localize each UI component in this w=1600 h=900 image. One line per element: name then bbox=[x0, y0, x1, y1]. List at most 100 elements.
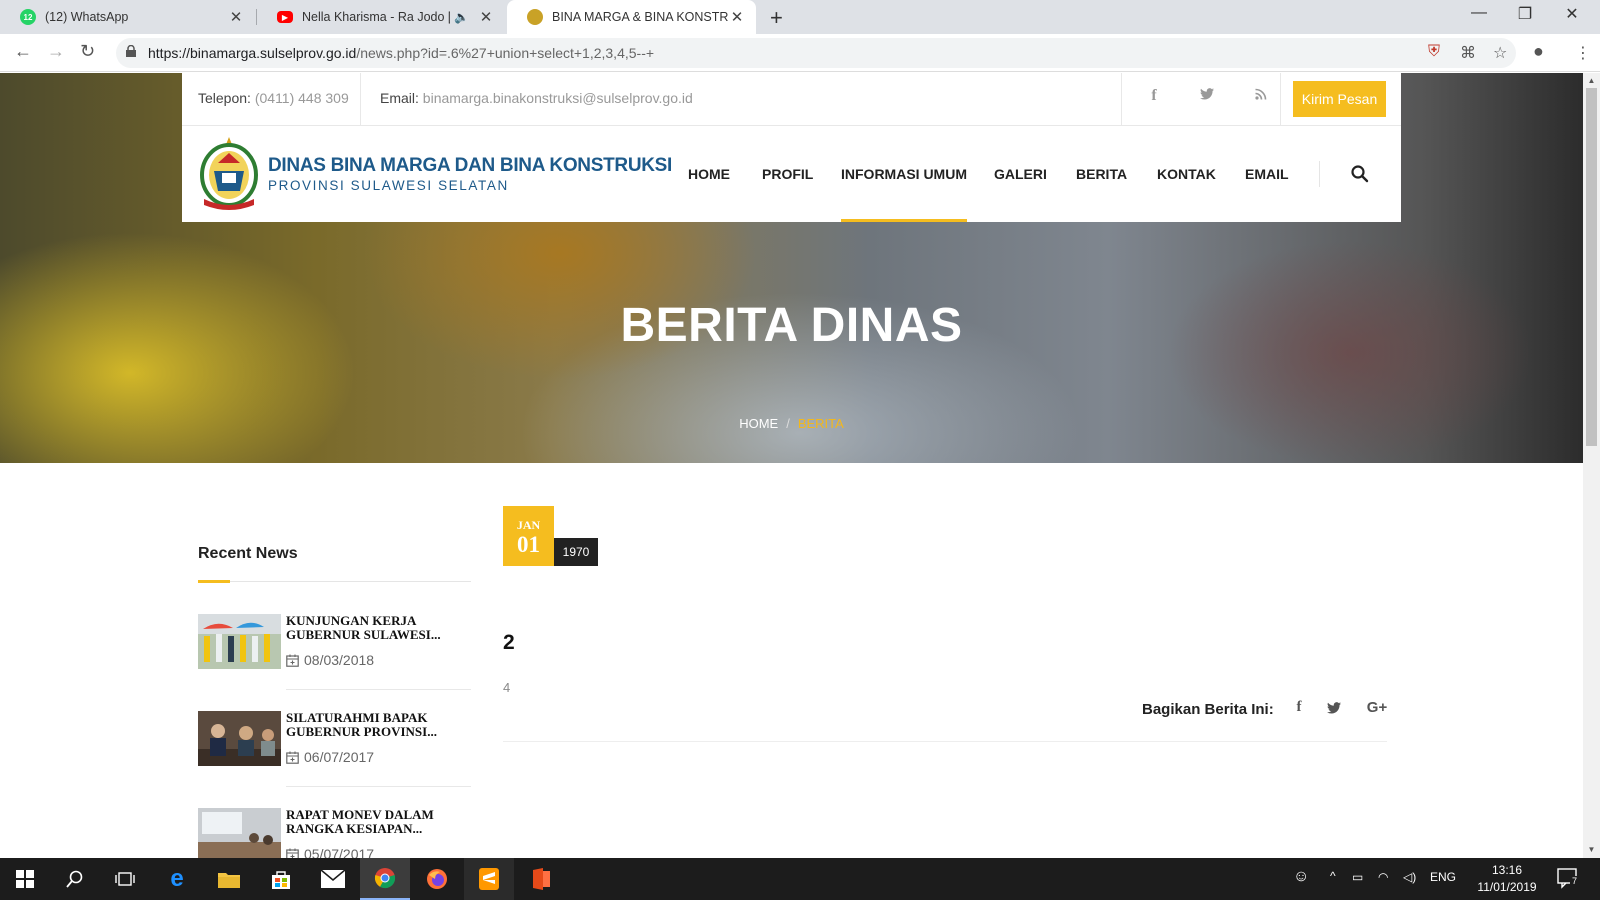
contact-topbar: Telepon: (0411) 448 309 Email: binamarga… bbox=[182, 73, 1401, 126]
restore-icon[interactable]: ❐ bbox=[1502, 4, 1548, 24]
address-bar[interactable]: https://binamarga.sulselprov.go.id/news.… bbox=[116, 38, 1516, 68]
forward-icon[interactable]: → bbox=[47, 41, 65, 62]
whatsapp-icon: 12 bbox=[20, 9, 36, 25]
wifi-icon[interactable]: ◠ bbox=[1378, 870, 1388, 884]
page-scrollbar[interactable]: ▲ ▼ bbox=[1583, 73, 1600, 858]
system-clock[interactable]: 13:16 11/01/2019 bbox=[1468, 862, 1546, 896]
volume-icon[interactable]: ◁) bbox=[1403, 870, 1416, 884]
store-icon[interactable] bbox=[256, 858, 306, 900]
menu-icon[interactable]: ⋮ bbox=[1575, 43, 1591, 63]
clock-date: 11/01/2019 bbox=[1477, 880, 1537, 894]
window-close-icon[interactable]: ✕ bbox=[1549, 4, 1595, 24]
nav-berita[interactable]: BERITA bbox=[1076, 126, 1127, 222]
profile-icon[interactable]: ● bbox=[1533, 41, 1544, 62]
share-label: Bagikan Berita Ini: bbox=[1142, 701, 1274, 718]
rss-icon[interactable] bbox=[1251, 87, 1271, 105]
new-tab-icon[interactable]: + bbox=[770, 5, 783, 31]
scrollbar-thumb[interactable] bbox=[1586, 88, 1597, 446]
pdf-reader-icon[interactable] bbox=[516, 858, 566, 900]
file-explorer-icon[interactable] bbox=[204, 858, 254, 900]
calendar-icon bbox=[286, 848, 299, 858]
tab-title: (12) WhatsApp bbox=[45, 10, 129, 24]
site-header: Telepon: (0411) 448 309 Email: binamarga… bbox=[182, 73, 1401, 222]
mail-icon[interactable] bbox=[308, 858, 358, 900]
news-title[interactable]: KUNJUNGAN KERJA GUBERNUR SULAWESI... bbox=[286, 614, 471, 642]
email-info[interactable]: Email: binamarga.binakonstruksi@sulselpr… bbox=[380, 90, 693, 106]
browser-tab-bar: 12 (12) WhatsApp ✕ ▶ Nella Kharisma - Ra… bbox=[0, 0, 1600, 34]
tab-title: BINA MARGA & BINA KONSTRU bbox=[552, 10, 728, 24]
phone-info: Telepon: (0411) 448 309 bbox=[198, 90, 349, 106]
twitter-icon[interactable] bbox=[1197, 87, 1217, 105]
facebook-icon[interactable]: f bbox=[1144, 87, 1164, 105]
news-title[interactable]: RAPAT MONEV DALAM RANGKA KESIAPAN... bbox=[286, 808, 471, 836]
translate-icon[interactable]: ⌘ bbox=[1460, 43, 1476, 63]
chevron-up-icon[interactable]: ^ bbox=[1330, 869, 1336, 883]
search-icon[interactable] bbox=[50, 858, 100, 900]
binamarga-favicon-icon bbox=[527, 9, 543, 25]
task-view-icon[interactable] bbox=[100, 858, 150, 900]
main-navigation: HOME PROFIL INFORMASI UMUM GALERI BERITA… bbox=[182, 126, 1401, 222]
breadcrumb-current: BERITA bbox=[797, 416, 844, 431]
article-date-badge: JAN 01 bbox=[503, 506, 554, 566]
close-icon[interactable]: ✕ bbox=[227, 8, 245, 26]
reload-icon[interactable]: ↻ bbox=[80, 41, 95, 62]
nav-informasi-umum[interactable]: INFORMASI UMUM bbox=[841, 126, 967, 222]
breadcrumb-home[interactable]: HOME bbox=[739, 416, 778, 431]
firefox-icon[interactable] bbox=[412, 858, 462, 900]
news-date: 08/03/2018 bbox=[286, 652, 374, 668]
nav-profil[interactable]: PROFIL bbox=[762, 126, 813, 222]
tab-youtube[interactable]: ▶ Nella Kharisma - Ra Jodo [Of 🔈 ✕ bbox=[257, 0, 505, 34]
share-twitter-icon[interactable] bbox=[1324, 701, 1344, 718]
article-title: 2 bbox=[503, 631, 515, 654]
nav-kontak[interactable]: KONTAK bbox=[1157, 126, 1216, 222]
lock-icon bbox=[126, 45, 136, 57]
close-icon[interactable]: ✕ bbox=[728, 8, 746, 26]
page-title: BERITA DINAS bbox=[620, 299, 963, 352]
notification-count: 7 bbox=[1570, 876, 1580, 886]
nav-home[interactable]: HOME bbox=[688, 126, 730, 222]
list-item[interactable]: RAPAT MONEV DALAM RANGKA KESIAPAN... 05/… bbox=[198, 808, 471, 858]
people-icon[interactable]: ☺ bbox=[1293, 868, 1309, 886]
notification-center[interactable]: 7 bbox=[1557, 867, 1580, 892]
article-day: 01 bbox=[517, 532, 540, 557]
news-thumbnail[interactable] bbox=[198, 614, 281, 669]
language-indicator[interactable]: ENG bbox=[1430, 870, 1456, 884]
speaker-mute-icon[interactable]: 🔈 bbox=[454, 10, 469, 24]
share-googleplus-icon[interactable]: G+ bbox=[1364, 699, 1390, 716]
news-date: 06/07/2017 bbox=[286, 749, 374, 765]
nav-email[interactable]: EMAIL bbox=[1245, 126, 1289, 222]
browser-toolbar: ← → ↻ https://binamarga.sulselprov.go.id… bbox=[0, 34, 1600, 72]
scroll-up-icon[interactable]: ▲ bbox=[1583, 76, 1600, 85]
windows-taskbar: e ☺ ^ ▭ ◠ ◁) ENG 13:16 11/01/2019 7 bbox=[0, 858, 1600, 900]
back-icon[interactable]: ← bbox=[14, 41, 32, 62]
tab-whatsapp[interactable]: 12 (12) WhatsApp ✕ bbox=[0, 0, 255, 34]
url-text: https://binamarga.sulselprov.go.id/news.… bbox=[148, 45, 655, 61]
news-thumbnail[interactable] bbox=[198, 711, 281, 766]
nav-galeri[interactable]: GALERI bbox=[994, 126, 1047, 222]
list-item[interactable]: SILATURAHMI BAPAK GUBERNUR PROVINSI... 0… bbox=[198, 711, 471, 807]
sublime-text-icon[interactable] bbox=[464, 858, 514, 900]
send-message-button[interactable]: Kirim Pesan bbox=[1293, 81, 1386, 117]
scroll-down-icon[interactable]: ▼ bbox=[1583, 845, 1600, 854]
clock-time: 13:16 bbox=[1491, 863, 1523, 877]
close-icon[interactable]: ✕ bbox=[477, 8, 495, 26]
tab-title: Nella Kharisma - Ra Jodo [Of bbox=[302, 10, 451, 24]
news-date: 05/07/2017 bbox=[286, 846, 374, 858]
battery-icon[interactable]: ▭ bbox=[1352, 870, 1363, 884]
chrome-icon[interactable] bbox=[360, 858, 410, 900]
minimize-icon[interactable]: — bbox=[1456, 4, 1502, 22]
search-icon[interactable] bbox=[1350, 164, 1370, 184]
bookmark-star-icon[interactable]: ☆ bbox=[1493, 43, 1507, 63]
windows-start-icon[interactable] bbox=[0, 858, 50, 900]
list-item[interactable]: KUNJUNGAN KERJA GUBERNUR SULAWESI... 08/… bbox=[198, 614, 471, 710]
news-thumbnail[interactable] bbox=[198, 808, 281, 858]
tab-binamarga[interactable]: BINA MARGA & BINA KONSTRU ✕ bbox=[507, 0, 756, 34]
share-facebook-icon[interactable]: f bbox=[1289, 699, 1309, 716]
news-title[interactable]: SILATURAHMI BAPAK GUBERNUR PROVINSI... bbox=[286, 711, 471, 739]
youtube-icon: ▶ bbox=[277, 11, 293, 23]
article-month: JAN bbox=[516, 518, 541, 532]
breadcrumb: HOME / BERITA bbox=[739, 416, 844, 431]
shield-blocked-icon[interactable]: ⛨ bbox=[1428, 43, 1440, 61]
calendar-icon bbox=[286, 654, 299, 667]
edge-icon[interactable]: e bbox=[152, 858, 202, 900]
